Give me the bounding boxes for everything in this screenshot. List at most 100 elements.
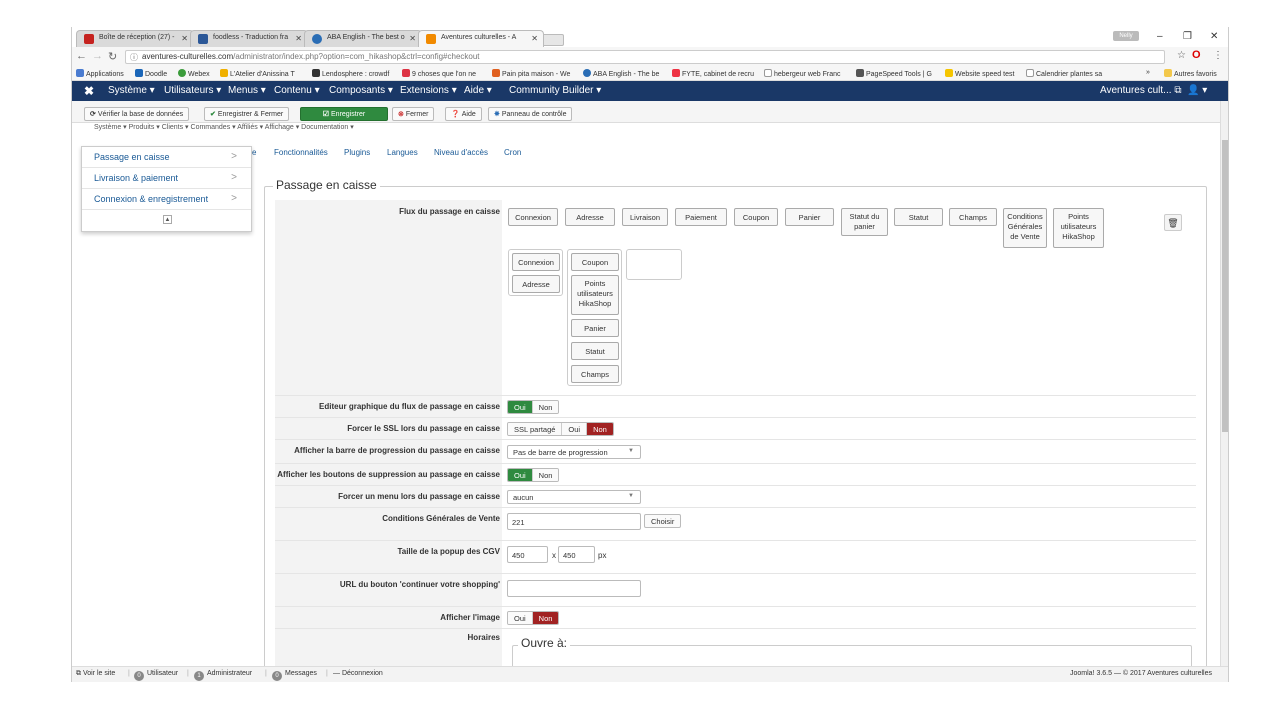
menu-aide[interactable]: Aide ▾ xyxy=(464,85,492,96)
force-ssl-toggle[interactable]: SSL partagé Oui Non xyxy=(507,422,614,436)
force-menu-select[interactable]: aucun ▼ xyxy=(507,490,641,504)
flow-block-points[interactable]: Points utilisateurs HikaShop xyxy=(1053,208,1104,248)
toggle-no[interactable]: Non xyxy=(532,469,559,481)
flow-block-adresse[interactable]: Adresse xyxy=(565,208,615,226)
profile-chip[interactable]: Nelly xyxy=(1113,31,1139,41)
flow-block-coupon[interactable]: Coupon xyxy=(734,208,778,226)
flow-block-livraison[interactable]: Livraison xyxy=(622,208,668,226)
menu-extensions[interactable]: Extensions ▾ xyxy=(400,85,457,96)
window-close-icon[interactable]: ✕ xyxy=(1210,31,1218,42)
site-link[interactable]: Aventures cult... ⧉ xyxy=(1100,85,1181,96)
joomla-logo-icon[interactable]: ✖ xyxy=(84,84,94,98)
address-bar[interactable]: ⓘ aventures-culturelles.com/administrato… xyxy=(125,50,1165,64)
flow-step-statut[interactable]: Statut xyxy=(571,342,619,360)
minimize-icon[interactable]: – xyxy=(1157,31,1163,42)
popup-height-input[interactable]: 450 xyxy=(558,546,595,563)
bookmark-item[interactable]: Calendrier plantes sa xyxy=(1026,69,1102,78)
flow-block-champs[interactable]: Champs xyxy=(949,208,997,226)
bookmark-item[interactable]: Webex xyxy=(178,69,210,78)
dropdown-item-connexion-enregistrement[interactable]: Connexion & enregistrement > xyxy=(82,189,251,210)
delete-buttons-toggle[interactable]: Oui Non xyxy=(507,468,560,482)
tab-niveau-acces[interactable]: Niveau d'accès xyxy=(434,148,488,157)
browser-tab-translate[interactable]: foodless - Traduction fra ✕ xyxy=(190,30,308,47)
flow-block-panier[interactable]: Panier xyxy=(785,208,834,226)
info-icon[interactable]: ⓘ xyxy=(130,52,138,63)
flow-column-2[interactable]: Coupon Points utilisateurs HikaShop Pani… xyxy=(567,249,622,386)
progress-bar-select[interactable]: Pas de barre de progression ▼ xyxy=(507,445,641,459)
continue-url-input[interactable] xyxy=(507,580,641,597)
menu-systeme[interactable]: Système ▾ xyxy=(108,85,155,96)
bookmark-star-icon[interactable]: ☆ xyxy=(1177,50,1186,61)
page-scrollbar[interactable] xyxy=(1220,101,1228,682)
menu-utilisateurs[interactable]: Utilisateurs ▾ xyxy=(164,85,221,96)
menu-menus[interactable]: Menus ▾ xyxy=(228,85,266,96)
toggle-no[interactable]: Non xyxy=(532,612,559,624)
back-icon[interactable]: ← xyxy=(76,50,87,62)
opera-icon[interactable]: O xyxy=(1192,49,1201,61)
reload-icon[interactable]: ↻ xyxy=(108,50,117,63)
bookmark-item[interactable]: Pain pita maison - We xyxy=(492,69,570,78)
flow-column-empty[interactable] xyxy=(626,249,682,280)
scroll-up-icon[interactable]: ▲ xyxy=(163,215,172,224)
save-button[interactable]: ☑ Enregistrer xyxy=(300,107,388,121)
view-site-link[interactable]: ⧉ Voir le site xyxy=(76,670,115,678)
flow-step-adresse[interactable]: Adresse xyxy=(512,275,560,293)
show-image-toggle[interactable]: Oui Non xyxy=(507,611,560,625)
bookmark-item[interactable]: Lendosphere : crowdf xyxy=(312,69,389,78)
flow-block-statut[interactable]: Statut xyxy=(894,208,943,226)
messages-status[interactable]: 0 Messages xyxy=(272,670,317,681)
close-button[interactable]: ⊗ Fermer xyxy=(392,107,435,121)
tab-fonctionnalites[interactable]: Fonctionnalités xyxy=(274,148,328,157)
bookmark-folder[interactable]: Autres favoris xyxy=(1164,69,1217,78)
toggle-yes[interactable]: Oui xyxy=(508,401,533,413)
bookmark-item[interactable]: Applications xyxy=(76,69,124,78)
menu-contenu[interactable]: Contenu ▾ xyxy=(274,85,320,96)
help-button[interactable]: ❓ Aide xyxy=(445,107,482,121)
tab-hidden[interactable]: e xyxy=(252,148,256,157)
bookmark-item[interactable]: Doodle xyxy=(135,69,167,78)
toggle-no[interactable]: Non xyxy=(587,423,613,435)
flow-block-cgv[interactable]: Conditions Générales de Vente xyxy=(1003,208,1047,248)
flow-step-connexion[interactable]: Connexion xyxy=(512,253,560,271)
bookmark-item[interactable]: L'Atelier d'Anissina T xyxy=(220,69,295,78)
dropdown-item-passage-caisse[interactable]: Passage en caisse > xyxy=(82,147,251,168)
visitors-status[interactable]: 0 Utilisateur xyxy=(134,670,178,681)
terms-input[interactable]: 221 xyxy=(507,513,641,530)
toggle-yes[interactable]: Oui xyxy=(508,612,533,624)
flow-column-1[interactable]: Connexion Adresse xyxy=(508,249,563,296)
save-close-button[interactable]: ✔ Enregistrer & Fermer xyxy=(204,107,290,121)
flow-step-points[interactable]: Points utilisateurs HikaShop xyxy=(571,275,619,315)
bookmark-item[interactable]: 9 choses que l'on ne xyxy=(402,69,476,78)
bookmark-item[interactable]: hebergeur web Franc xyxy=(764,69,841,78)
flow-block-paiement[interactable]: Paiement xyxy=(675,208,727,226)
check-db-button[interactable]: ⟳ Vérifier la base de données xyxy=(84,107,190,121)
browser-tab-gmail[interactable]: Boîte de réception (27) - ✕ xyxy=(76,30,194,47)
menu-kebab-icon[interactable]: ⋮ xyxy=(1213,50,1223,61)
logout-link[interactable]: — Déconnexion xyxy=(333,670,383,677)
tab-plugins[interactable]: Plugins xyxy=(344,148,370,157)
admins-status[interactable]: 1 Administrateur xyxy=(194,670,252,681)
close-icon[interactable]: ✕ xyxy=(295,34,302,43)
browser-tab-aventures[interactable]: Aventures culturelles - A ✕ xyxy=(418,30,544,47)
toggle-yes[interactable]: Oui xyxy=(508,469,533,481)
graphic-editor-toggle[interactable]: Oui Non xyxy=(507,400,560,414)
flow-step-panier[interactable]: Panier xyxy=(571,319,619,337)
bookmark-item[interactable]: Website speed test xyxy=(945,69,1014,78)
close-icon[interactable]: ✕ xyxy=(181,34,188,43)
bookmarks-overflow[interactable]: » xyxy=(1146,69,1150,76)
flow-block-connexion[interactable]: Connexion xyxy=(508,208,558,226)
choose-button[interactable]: Choisir xyxy=(644,514,682,528)
control-panel-button[interactable]: ✵ Panneau de contrôle xyxy=(488,107,573,121)
tab-cron[interactable]: Cron xyxy=(504,148,521,157)
toggle-yes[interactable]: Oui xyxy=(562,423,588,435)
toggle-shared[interactable]: SSL partagé xyxy=(508,423,563,435)
bookmark-item[interactable]: ABA English - The be xyxy=(583,69,659,78)
flow-step-champs[interactable]: Champs xyxy=(571,365,619,383)
hikashop-menu[interactable]: Système ▾ Produits ▾ Clients ▾ Commandes… xyxy=(94,123,354,133)
dropdown-item-livraison-paiement[interactable]: Livraison & paiement > xyxy=(82,168,251,189)
toggle-no[interactable]: Non xyxy=(532,401,559,413)
tab-langues[interactable]: Langues xyxy=(387,148,418,157)
user-menu[interactable]: 👤 ▾ xyxy=(1187,85,1207,96)
forward-icon[interactable]: → xyxy=(92,50,103,62)
menu-community-builder[interactable]: Community Builder ▾ xyxy=(509,85,601,96)
